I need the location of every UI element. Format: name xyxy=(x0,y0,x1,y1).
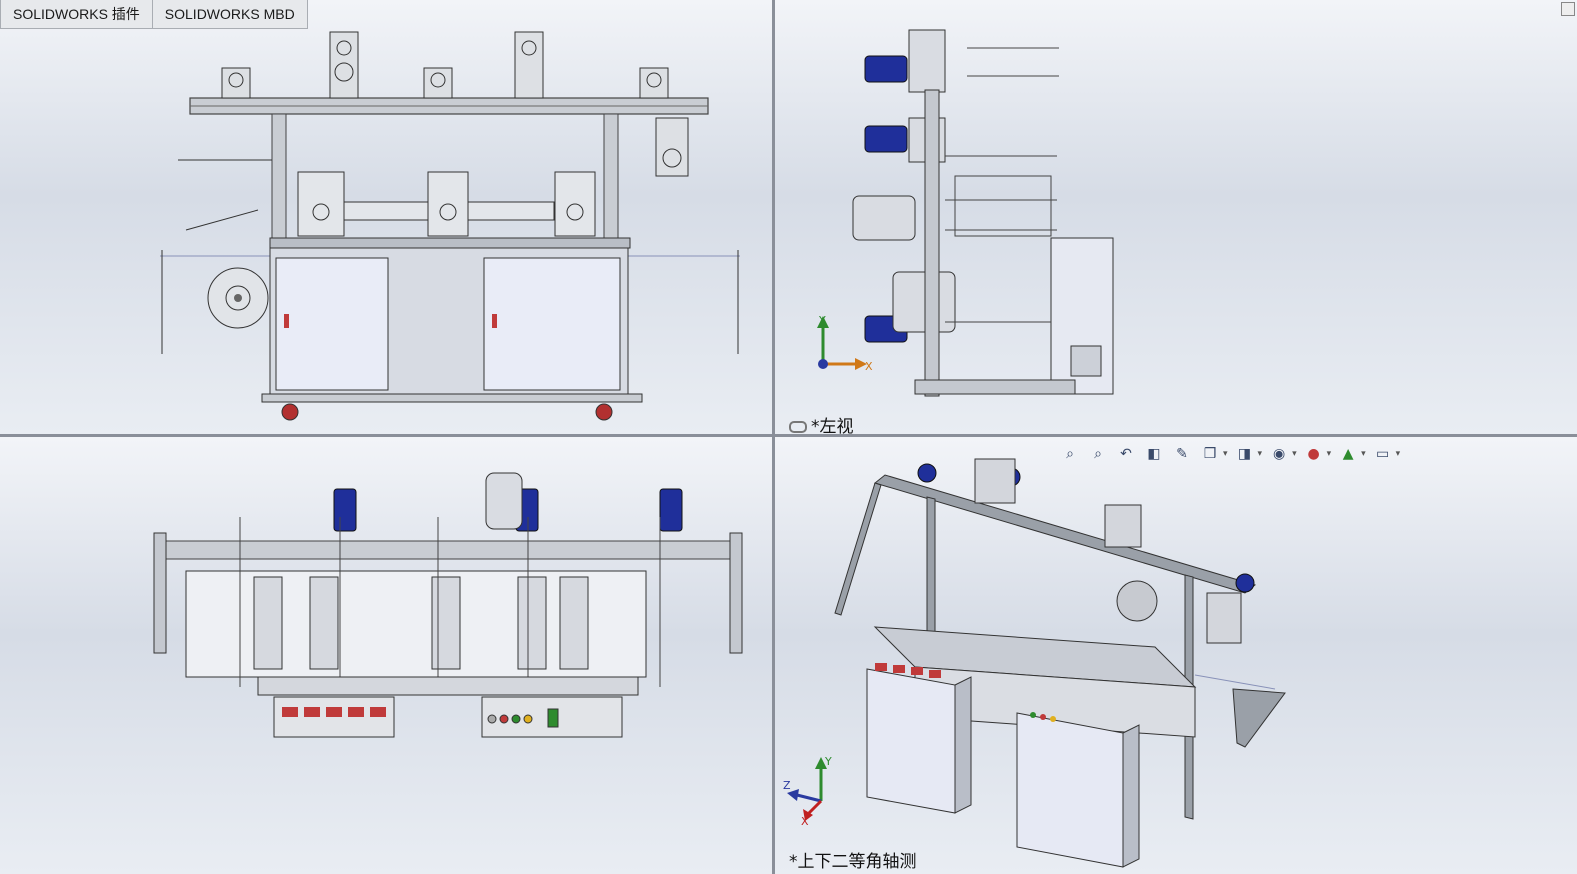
edit-appearance-icon[interactable]: ● xyxy=(1303,443,1325,465)
section-view-icon[interactable]: ◧ xyxy=(1143,443,1165,465)
axis-triad-left-view: Y X xyxy=(805,314,875,378)
apply-scene-icon[interactable]: ▲ xyxy=(1337,443,1359,465)
viewport-top[interactable] xyxy=(0,437,772,874)
left-view-label: *左视 xyxy=(789,412,854,434)
display-style-icon[interactable]: ◨ xyxy=(1234,443,1256,465)
tab-solidworks-addins[interactable]: SOLIDWORKS 插件 xyxy=(0,0,153,29)
zoom-to-fit-icon[interactable]: ⌕ xyxy=(1059,443,1081,465)
view-settings-dropdown-icon[interactable]: ▾ xyxy=(1396,449,1401,459)
dynamic-annotation-icon[interactable]: ✎ xyxy=(1171,443,1193,465)
link-icon xyxy=(789,421,807,433)
heads-up-view-toolbar: ⌕ ⌕ ↶ ◧ ✎ ❒ ▾ ◨ ▾ ◉ ▾ ● ▾ ▲ ▾ ▭ ▾ xyxy=(1059,443,1400,465)
display-style-dropdown-icon[interactable]: ▾ xyxy=(1258,449,1263,459)
viewport-front[interactable] xyxy=(0,0,772,434)
isometric-view-drawing xyxy=(834,458,1286,868)
triad-iso-x-label: X xyxy=(801,815,809,825)
front-view-drawing xyxy=(160,31,740,421)
triad-iso-y-label: Y xyxy=(824,755,832,768)
zoom-area-icon[interactable]: ⌕ xyxy=(1087,443,1109,465)
top-view-drawing xyxy=(153,472,743,738)
axis-triad-isometric: Y Z X xyxy=(783,755,843,825)
viewport-maximize-icon[interactable] xyxy=(1561,2,1575,16)
triad-x-label: X xyxy=(865,360,873,373)
isometric-view-label: *上下二等角轴测 xyxy=(789,852,917,872)
hide-show-dropdown-icon[interactable]: ▾ xyxy=(1292,449,1297,459)
hide-show-items-icon[interactable]: ◉ xyxy=(1268,443,1290,465)
triad-y-label: Y xyxy=(818,314,826,327)
viewport-isometric[interactable]: ⌕ ⌕ ↶ ◧ ✎ ❒ ▾ ◨ ▾ ◉ ▾ ● ▾ ▲ ▾ ▭ ▾ Y Z X … xyxy=(775,437,1577,874)
triad-iso-z-label: Z xyxy=(783,779,791,792)
viewport-vertical-splitter[interactable] xyxy=(772,0,775,874)
view-settings-icon[interactable]: ▭ xyxy=(1372,443,1394,465)
previous-view-icon[interactable]: ↶ xyxy=(1115,443,1137,465)
viewport-left[interactable]: Y X *左视 xyxy=(775,0,1577,434)
view-orientation-icon[interactable]: ❒ xyxy=(1199,443,1221,465)
apply-scene-dropdown-icon[interactable]: ▾ xyxy=(1361,449,1366,459)
command-manager-tabs: SOLIDWORKS 插件 SOLIDWORKS MBD xyxy=(0,0,308,30)
view-orientation-dropdown-icon[interactable]: ▾ xyxy=(1223,449,1228,459)
viewport-horizontal-splitter[interactable] xyxy=(0,434,1577,437)
tab-solidworks-mbd[interactable]: SOLIDWORKS MBD xyxy=(152,0,308,29)
edit-appearance-dropdown-icon[interactable]: ▾ xyxy=(1327,449,1332,459)
left-view-drawing xyxy=(852,29,1114,397)
